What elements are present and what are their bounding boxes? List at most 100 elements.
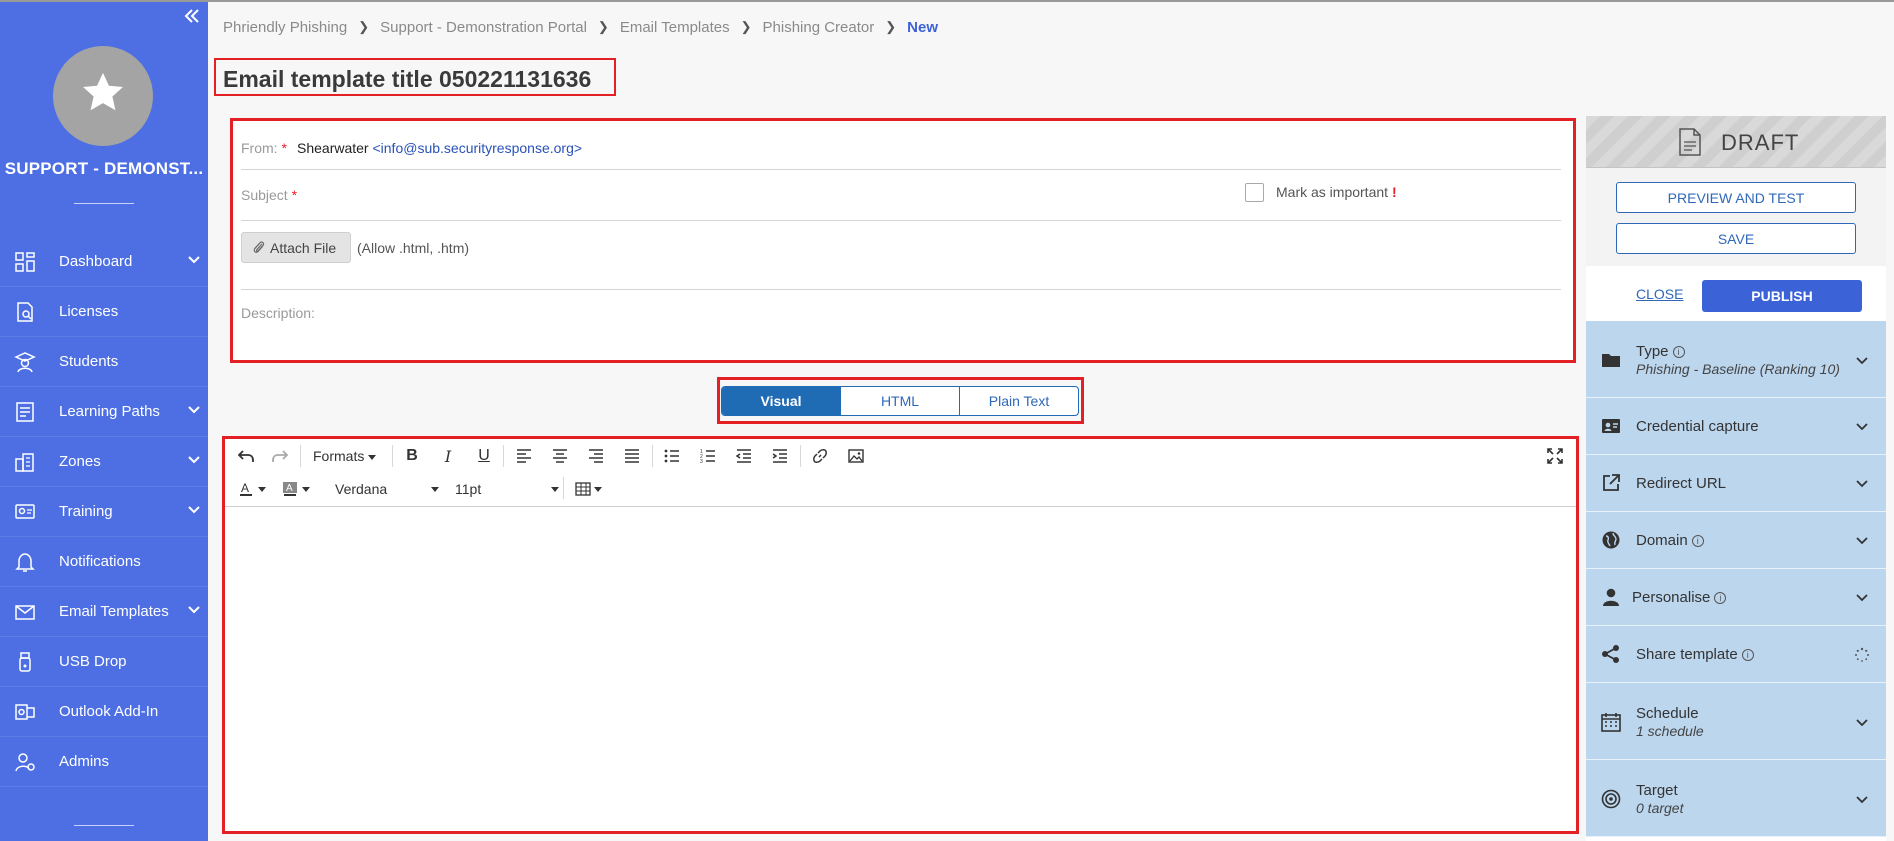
divider — [74, 825, 134, 826]
action-buttons: PREVIEW AND TEST SAVE — [1586, 168, 1886, 266]
editor-content-area[interactable] — [225, 508, 1576, 831]
collapse-sidebar-icon[interactable] — [183, 7, 203, 27]
sidebar-item-label: USB Drop — [59, 653, 127, 670]
tab-plain-text[interactable]: Plain Text — [960, 387, 1078, 415]
rich-text-editor: Formats B I U 123 A A Verdana 11pt — [222, 436, 1579, 834]
breadcrumb-item[interactable]: Support - Demonstration Portal — [380, 19, 587, 36]
attach-file-button[interactable]: Attach File — [241, 232, 351, 263]
formats-dropdown[interactable]: Formats — [313, 448, 377, 464]
breadcrumb-item[interactable]: Email Templates — [620, 19, 730, 36]
align-justify-icon[interactable] — [619, 443, 645, 469]
dashboard-icon — [15, 252, 35, 272]
align-left-icon[interactable] — [511, 443, 537, 469]
tab-html[interactable]: HTML — [841, 387, 960, 415]
divider — [241, 289, 1561, 290]
align-center-icon[interactable] — [547, 443, 573, 469]
chevron-down-icon — [188, 406, 200, 414]
sidebar-item-notifications[interactable]: Notifications — [0, 537, 208, 587]
close-link[interactable]: CLOSE — [1636, 286, 1683, 302]
chevron-down-icon — [1856, 537, 1868, 545]
redo-icon[interactable] — [267, 443, 293, 469]
sidebar-nav: Dashboard Licenses Students Learning Pat… — [0, 237, 208, 787]
sidebar-item-zones[interactable]: Zones — [0, 437, 208, 487]
section-subtitle: 1 schedule — [1636, 723, 1704, 739]
sidebar-item-dashboard[interactable]: Dashboard — [0, 237, 208, 287]
chevron-down-icon — [188, 256, 200, 264]
undo-icon[interactable] — [233, 443, 259, 469]
publish-button[interactable]: PUBLISH — [1702, 280, 1862, 312]
breadcrumb-item[interactable]: Phriendly Phishing — [223, 19, 347, 36]
outdent-icon[interactable] — [731, 443, 757, 469]
info-icon[interactable]: i — [1691, 535, 1704, 547]
image-icon[interactable] — [843, 443, 869, 469]
font-family-dropdown[interactable]: Verdana — [335, 481, 439, 497]
font-size-dropdown[interactable]: 11pt — [455, 481, 559, 497]
chevron-down-icon — [1856, 796, 1868, 804]
status-banner: DRAFT — [1586, 116, 1886, 168]
section-schedule[interactable]: Schedule 1 schedule — [1586, 683, 1886, 760]
breadcrumb-item[interactable]: Phishing Creator — [763, 19, 875, 36]
toolbar-separator — [503, 445, 504, 467]
editor-toolbar: Formats B I U 123 A A Verdana 11pt — [225, 439, 1576, 507]
section-title: Personalise i — [1632, 589, 1727, 606]
page-title[interactable]: Email template title 050221131636 — [223, 66, 591, 93]
user-icon — [1603, 588, 1619, 606]
indent-icon[interactable] — [767, 443, 793, 469]
svg-text:A: A — [241, 481, 249, 495]
sidebar-item-admins[interactable]: Admins — [0, 737, 208, 787]
from-value[interactable]: Shearwater <info@sub.securityresponse.or… — [297, 140, 582, 156]
share-icon — [1602, 645, 1619, 663]
mark-important-checkbox[interactable] — [1245, 183, 1264, 202]
sidebar-item-licenses[interactable]: Licenses — [0, 287, 208, 337]
section-domain[interactable]: Domain i — [1586, 512, 1886, 569]
tab-visual[interactable]: Visual — [722, 387, 841, 415]
numbered-list-icon[interactable]: 123 — [695, 443, 721, 469]
section-share-template[interactable]: Share template i — [1586, 626, 1886, 683]
link-icon[interactable] — [807, 443, 833, 469]
envelope-icon — [15, 605, 35, 620]
divider — [74, 203, 134, 204]
target-icon — [1601, 789, 1621, 809]
italic-icon[interactable]: I — [435, 443, 461, 469]
toolbar-separator — [300, 445, 301, 467]
breadcrumb: Phriendly Phishing ❯ Support - Demonstra… — [223, 19, 938, 36]
section-redirect-url[interactable]: Redirect URL — [1586, 455, 1886, 512]
section-target[interactable]: Target 0 target — [1586, 760, 1886, 837]
settings-sections: Type i Phishing - Baseline (Ranking 10) C… — [1586, 321, 1886, 837]
table-icon[interactable] — [571, 476, 605, 502]
align-right-icon[interactable] — [583, 443, 609, 469]
breadcrumb-separator: ❯ — [740, 19, 752, 34]
sidebar-item-outlook-add-in[interactable]: Outlook Add-In — [0, 687, 208, 737]
section-credential-capture[interactable]: Credential capture — [1586, 398, 1886, 455]
divider — [241, 220, 1561, 221]
section-title: Share template i — [1636, 646, 1754, 663]
chevron-down-icon — [188, 606, 200, 614]
section-type[interactable]: Type i Phishing - Baseline (Ranking 10) — [1586, 321, 1886, 398]
chevron-down-icon — [1856, 357, 1868, 365]
sidebar-item-label: Zones — [59, 453, 101, 470]
bullet-list-icon[interactable] — [659, 443, 685, 469]
save-button[interactable]: SAVE — [1616, 223, 1856, 254]
sidebar-item-training[interactable]: Training — [0, 487, 208, 537]
sidebar-item-usb-drop[interactable]: USB Drop — [0, 637, 208, 687]
sidebar-item-learning-paths[interactable]: Learning Paths — [0, 387, 208, 437]
avatar[interactable] — [53, 46, 153, 146]
preview-and-test-button[interactable]: PREVIEW AND TEST — [1616, 182, 1856, 213]
info-icon[interactable]: i — [1672, 346, 1685, 358]
sidebar-item-email-templates[interactable]: Email Templates — [0, 587, 208, 637]
info-icon[interactable]: i — [1714, 592, 1727, 604]
background-color-dropdown[interactable] — [299, 476, 313, 502]
section-personalise[interactable]: Personalise i — [1586, 569, 1886, 626]
admins-icon — [15, 753, 35, 772]
sidebar-item-students[interactable]: Students — [0, 337, 208, 387]
sidebar-item-label: Admins — [59, 753, 110, 770]
bold-icon[interactable]: B — [399, 443, 425, 469]
sidebar-item-label: Dashboard — [59, 253, 133, 270]
mark-important-label[interactable]: Mark as important ! — [1276, 184, 1397, 200]
calendar-icon — [1601, 713, 1621, 732]
template-settings-panel: DRAFT PREVIEW AND TEST SAVE CLOSE PUBLIS… — [1586, 116, 1886, 841]
underline-icon[interactable]: U — [471, 443, 497, 469]
info-icon[interactable]: i — [1741, 649, 1754, 661]
fullscreen-icon[interactable] — [1542, 443, 1568, 469]
text-color-dropdown[interactable] — [255, 476, 269, 502]
